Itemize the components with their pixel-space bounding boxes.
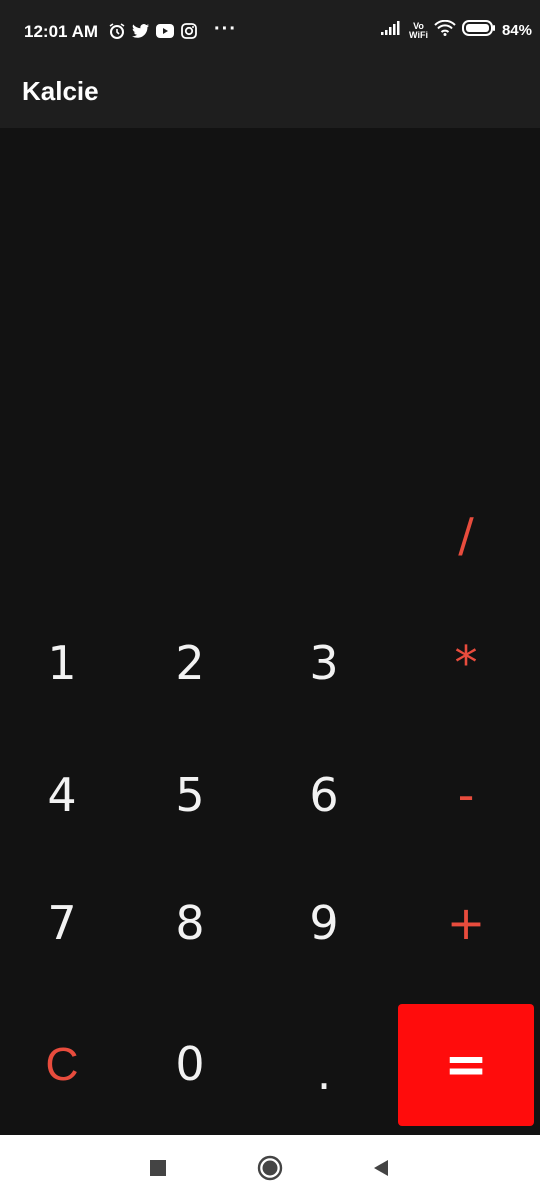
battery-icon [461,20,496,41]
recents-button[interactable] [143,1153,173,1183]
vowifi-indicator: Vo WiFi [409,21,428,40]
home-icon [257,1155,283,1181]
digit-5-key[interactable]: 5 [124,740,256,850]
more-notifications-icon: ··· [214,18,237,40]
digit-9-key[interactable]: 9 [256,868,392,978]
digit-1-key[interactable]: 1 [0,608,124,718]
recents-icon [150,1160,166,1176]
instagram-icon [180,22,198,40]
signal-icon [381,21,403,40]
app-bar: Kalcie [0,62,540,128]
digit-0-key[interactable]: 0 [124,1008,256,1120]
digit-6-key[interactable]: 6 [256,740,392,850]
digit-4-key[interactable]: 4 [0,740,124,850]
system-icons: Vo WiFi 84% [381,19,532,41]
system-nav-bar [0,1135,540,1200]
battery-percentage: 84% [501,22,532,39]
vowifi-bottom: WiFi [409,29,428,40]
home-button[interactable] [255,1153,285,1183]
digit-3-key[interactable]: 3 [256,608,392,718]
digit-2-key[interactable]: 2 [124,608,256,718]
decimal-key[interactable]: . [256,1008,392,1138]
minus-key[interactable]: - [398,740,534,850]
youtube-icon [156,22,174,40]
wifi-icon [434,19,456,41]
equals-key[interactable]: = [398,1004,534,1126]
twitter-icon [132,22,150,40]
alarm-icon [108,22,126,40]
divide-key[interactable]: / [398,480,534,590]
status-bar: 12:01 AM ··· Vo WiFi 84% [0,0,540,62]
app-title: Kalcie [22,76,99,106]
multiply-key[interactable]: * [398,608,534,718]
digit-7-key[interactable]: 7 [0,868,124,978]
digit-8-key[interactable]: 8 [124,868,256,978]
plus-key[interactable]: + [398,868,534,978]
status-time: 12:01 AM [24,22,99,41]
clear-key[interactable]: C [0,1008,124,1120]
calculator-display [0,128,540,468]
back-button[interactable] [366,1153,396,1183]
back-icon [374,1160,388,1176]
notification-icons [108,22,198,40]
